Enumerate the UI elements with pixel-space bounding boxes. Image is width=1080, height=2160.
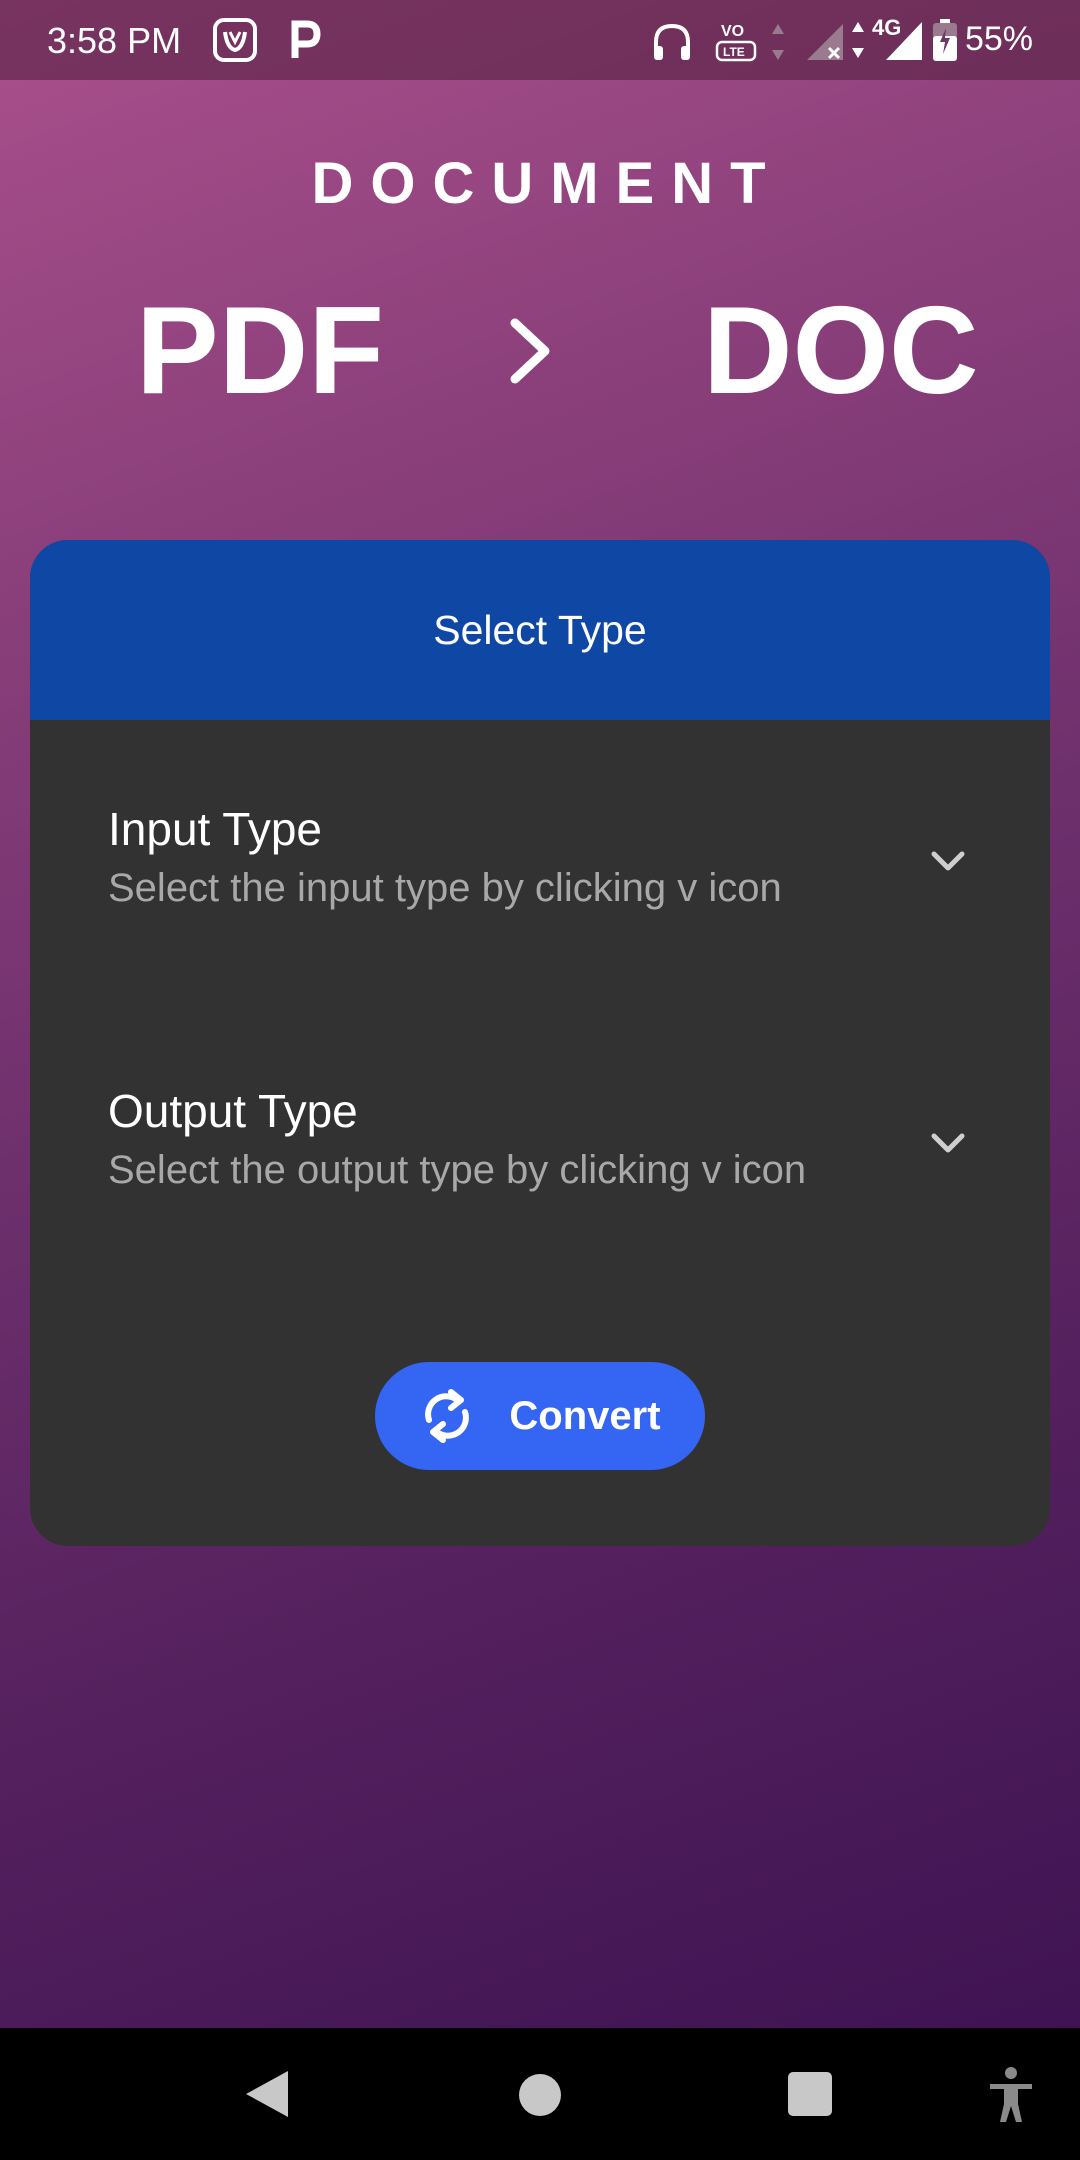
output-type-row[interactable]: Output Type Select the output type by cl… — [30, 1084, 1050, 1234]
data-arrows-icon — [772, 24, 784, 60]
app-screen: 3:58 PM VO LTE 4G 55% DOCUMENT PDF DOC S… — [0, 0, 1080, 2028]
to-format-label: DOC — [703, 282, 979, 420]
status-time: 3:58 PM — [47, 20, 182, 61]
accessibility-icon[interactable] — [988, 2066, 1034, 2124]
volte-icon: VO LTE — [715, 23, 757, 62]
page-title: DOCUMENT — [311, 151, 783, 216]
headphones-icon — [654, 23, 690, 60]
card-title: Select Type — [433, 606, 647, 653]
signal-no-sim-icon — [807, 24, 843, 60]
output-type-hint: Select the output type by clicking ᴠ ico… — [108, 1148, 807, 1192]
chevron-down-icon[interactable] — [918, 1124, 978, 1164]
music-app-icon — [213, 18, 257, 62]
navigation-bar — [0, 2028, 1080, 2160]
select-type-card: Select Type Input Type Select the input … — [30, 540, 1050, 1546]
home-icon[interactable] — [517, 2072, 563, 2118]
recents-icon[interactable] — [786, 2070, 834, 2118]
battery-icon — [933, 19, 957, 61]
chevron-down-icon[interactable] — [918, 842, 978, 882]
battery-percent: 55% — [964, 20, 1033, 58]
signal-icon — [886, 22, 922, 60]
input-type-label: Input Type — [108, 803, 322, 855]
status-bar: 3:58 PM VO LTE 4G 55% — [0, 0, 1080, 80]
parking-app-icon — [291, 20, 321, 58]
output-type-label: Output Type — [108, 1085, 358, 1137]
back-icon[interactable] — [244, 2069, 290, 2119]
input-type-row[interactable]: Input Type Select the input type by clic… — [30, 802, 1050, 952]
from-format-label: PDF — [136, 282, 384, 420]
chevron-right-icon — [510, 318, 550, 384]
input-type-hint: Select the input type by clicking ᴠ icon — [108, 866, 782, 910]
svg-text:VO: VO — [721, 23, 744, 40]
data-arrows-icon — [852, 22, 864, 58]
svg-text:LTE: LTE — [723, 45, 745, 59]
convert-button[interactable]: Convert — [375, 1362, 705, 1470]
card-header: Select Type — [30, 540, 1050, 720]
sync-icon — [425, 1389, 470, 1443]
convert-label: Convert — [509, 1393, 661, 1438]
